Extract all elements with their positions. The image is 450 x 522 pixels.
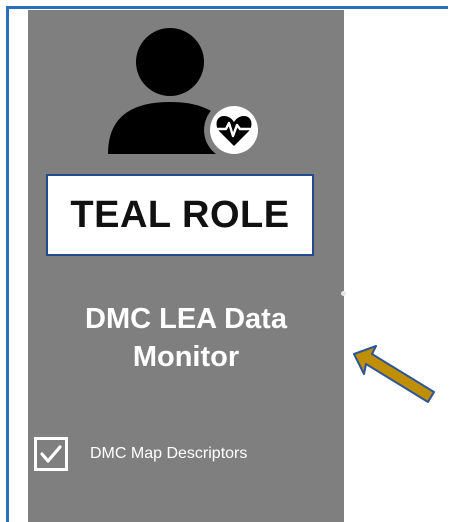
pointer-arrow-icon: [353, 345, 435, 403]
app-title-line-1: DMC LEA Data: [85, 303, 287, 335]
role-label: TEAL ROLE: [70, 193, 290, 236]
role-card[interactable]: TEAL ROLE DMC LEA Data Monitor DMC Map D…: [28, 10, 344, 522]
app-title[interactable]: DMC LEA Data Monitor: [28, 300, 344, 376]
frame-top-border: [6, 6, 448, 9]
resize-handle[interactable]: [341, 291, 346, 296]
role-badge: TEAL ROLE: [46, 174, 314, 256]
map-descriptors-label: DMC Map Descriptors: [90, 445, 248, 462]
map-descriptors-option[interactable]: DMC Map Descriptors: [34, 434, 334, 474]
map-descriptors-checkbox[interactable]: [34, 437, 68, 471]
app-title-line-2: Monitor: [132, 341, 240, 373]
person-health-icon: [108, 28, 264, 158]
frame-left-border: [6, 6, 9, 522]
checkbox-checked-icon: [40, 445, 62, 463]
